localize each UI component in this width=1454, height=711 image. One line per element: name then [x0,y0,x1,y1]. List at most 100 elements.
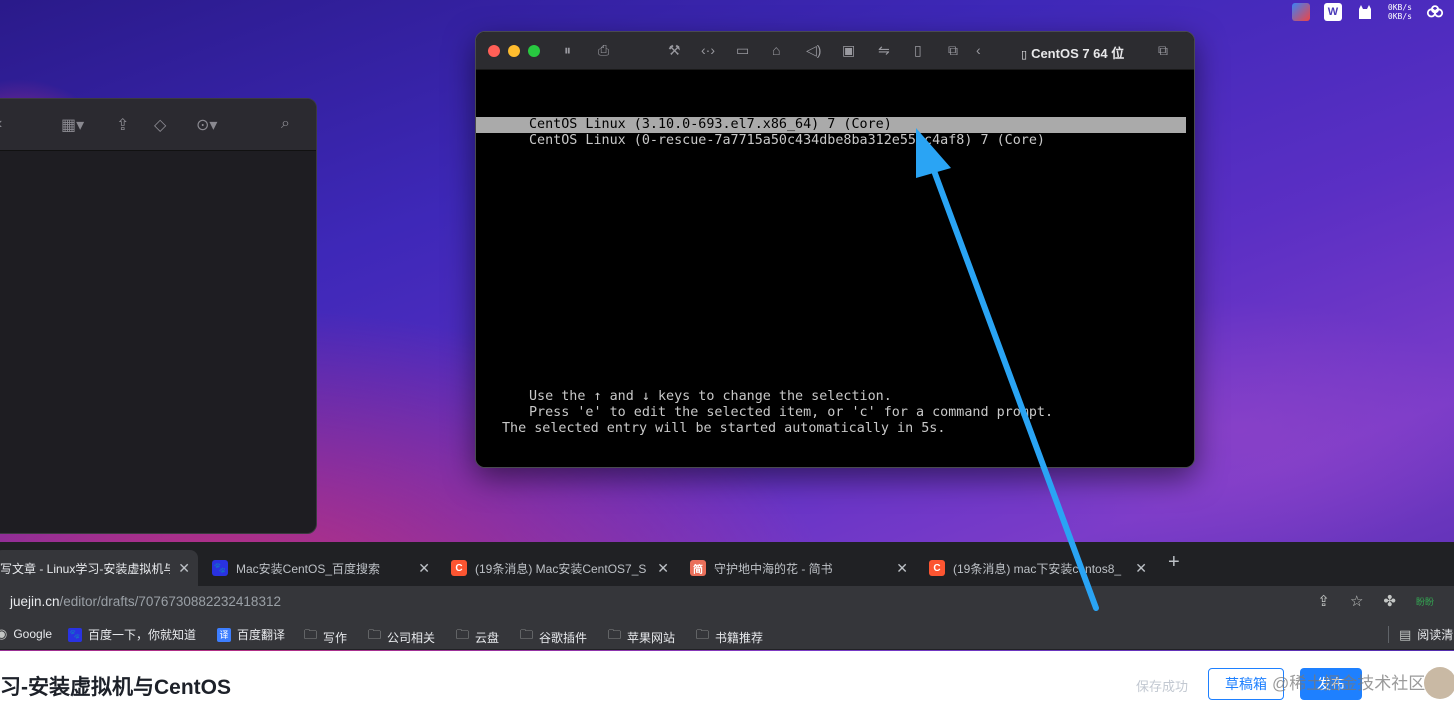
share-icon[interactable]: ⇪ [116,115,129,135]
close-window-button[interactable] [488,45,500,57]
screen-mirror-icon[interactable] [1291,3,1310,21]
extensions-icon[interactable]: ✤ [1383,592,1396,610]
tab-title: (19条消息) Mac安装CentOS7_S [475,561,647,576]
folder-icon: 🗀 [696,627,710,642]
tab-title: Mac安装CentOS_百度搜索 [236,561,381,576]
globe-icon: ◉ [0,626,8,641]
baidu-icon: 🐾 [68,627,82,642]
vm-screen[interactable]: CentOS Linux (3.10.0-693.el7.x86_64) 7 (… [476,70,1194,467]
phone-icon[interactable]: ▯ [914,42,922,59]
bookmark-folder-company[interactable]: 🗀 公司相关 [368,626,435,648]
document-icon: ▯ [1021,49,1028,61]
zoom-window-button[interactable] [528,45,540,57]
reading-list[interactable]: ▤ 阅读清 [1388,626,1453,643]
bookmark-label: 百度翻译 [237,628,286,642]
vm-titlebar: ⏸ ⎙ ⚒ ‹·› ▭ ⌂ ◁) ▣ ⇋ ▯ ⧉ ‹ ▯ CentOS 7 64 … [476,32,1194,70]
bookmark-label: 书籍推荐 [715,630,764,645]
fullscreen-icon[interactable]: ⧉ [1158,42,1168,59]
bookmark-label: 苹果网站 [627,630,676,645]
extension-badge[interactable]: 盼盼 [1416,595,1434,608]
back-chevron-icon[interactable]: ‹ [976,42,981,58]
bookmark-folder-writing[interactable]: 🗀 写作 [304,626,347,648]
close-tab-icon[interactable]: ✕ [418,560,430,577]
camera-icon[interactable]: ▣ [842,42,855,59]
grub-entry-selected[interactable]: CentOS Linux (3.10.0-693.el7.x86_64) 7 (… [476,117,1186,133]
url-field[interactable]: juejin.cn/editor/drafts/7076730882232418… [10,594,281,609]
bookmark-folder-cloud[interactable]: 🗀 云盘 [456,626,499,648]
net-up-text: 0KB/s [1387,3,1412,12]
folder-icon: 🗀 [368,627,382,642]
usb-icon[interactable]: ⇋ [878,42,890,59]
finder-window: ‹ ▦▾ ⇪ ◇ ⊙▾ ⌕ [0,98,317,534]
grub-entry[interactable]: CentOS Linux (0-rescue-7a7715a50c434dbe8… [476,133,1186,149]
grub-help-line: Press 'e' to edit the selected item, or … [529,405,1054,420]
tag-icon[interactable]: ◇ [154,115,166,135]
grid-view-icon[interactable]: ▦▾ [61,115,84,135]
network-speed-icon[interactable]: 0KB/s 0KB/s [1388,3,1412,21]
tab-title: (19条消息) mac下安装centos8_ [953,561,1122,576]
close-tab-icon[interactable]: ✕ [657,560,669,577]
pause-icon[interactable]: ⏸ [564,42,571,59]
code-icon[interactable]: ‹·› [701,42,715,58]
grub-help-line: Use the ↑ and ↓ keys to change the selec… [529,389,892,404]
translate-icon: 译 [217,627,231,642]
bookmark-label: 谷歌插件 [539,630,588,645]
cat-icon[interactable] [1356,3,1374,21]
bookmark-folder-books[interactable]: 🗀 书籍推荐 [696,626,763,648]
tab-title: 写文章 - Linux学习-安装虚拟机与 [0,561,170,576]
tab-csdn-1[interactable]: C (19条消息) Mac安装CentOS7_S ✕ [451,550,677,586]
csdn-icon: C [451,560,467,576]
sound-icon[interactable]: ◁) [806,42,821,59]
bookmark-google[interactable]: ◉ Google [0,626,52,642]
bookmark-baidu[interactable]: 🐾 百度一下，你就知道 [68,626,196,643]
minimize-window-button[interactable] [508,45,520,57]
tab-baidu-search[interactable]: 🐾 Mac安装CentOS_百度搜索 ✕ [212,550,438,586]
url-host: juejin.cn [10,594,60,609]
chevron-icon[interactable]: ‹ [0,115,2,133]
vm-title: ▯ CentOS 7 64 位 [1021,43,1124,62]
snapshot-icon[interactable]: ⎙ [598,42,609,59]
bookmark-baidu-translate[interactable]: 译百度翻译 [217,626,285,643]
save-status: 保存成功 [1136,679,1189,694]
net-down-text: 0KB/s [1387,12,1412,21]
article-title-input[interactable]: 习-安装虚拟机与CentOS [0,671,231,701]
avatar[interactable] [1424,667,1454,699]
disk-icon[interactable]: ▭ [736,42,749,59]
bookmark-label: 写作 [323,630,348,645]
menubar: W 0KB/s 0KB/s [0,0,1454,24]
close-tab-icon[interactable]: ✕ [178,560,190,577]
folder-icon: 🗀 [304,627,318,642]
close-tab-icon[interactable]: ✕ [1135,560,1147,577]
share-screen-icon[interactable]: ⧉ [948,42,958,59]
reading-list-label: 阅读清 [1417,628,1454,642]
grub-countdown-line: The selected entry will be started autom… [502,421,946,436]
folder-icon: 🗀 [520,627,534,642]
more-icon[interactable]: ⊙▾ [196,115,217,135]
close-tab-icon[interactable]: ✕ [896,560,908,577]
tab-title: 守护地中海的花 - 简书 [714,561,833,576]
baidu-icon: 🐾 [212,560,228,576]
wrench-icon[interactable]: ⚒ [668,42,681,59]
tab-jianshu[interactable]: 简 守护地中海的花 - 简书 ✕ [690,550,916,586]
bookmark-folder-extensions[interactable]: 🗀 谷歌插件 [520,626,587,648]
jianshu-icon: 简 [690,560,706,576]
finder-toolbar: ‹ ▦▾ ⇪ ◇ ⊙▾ ⌕ [0,99,316,151]
browser-tabbar: 写文章 - Linux学习-安装虚拟机与 ✕ 🐾 Mac安装CentOS_百度搜… [0,542,1454,586]
share-icon[interactable]: ⇪ [1317,592,1330,610]
watermark: @稀土掘金技术社区 [1272,674,1426,693]
tab-write-article[interactable]: 写文章 - Linux学习-安装虚拟机与 ✕ [0,550,198,586]
tab-csdn-2[interactable]: C (19条消息) mac下安装centos8_ ✕ [929,550,1155,586]
address-bar: juejin.cn/editor/drafts/7076730882232418… [0,586,1454,618]
printer-icon[interactable]: ⌂ [772,42,780,58]
bookmark-label: 云盘 [475,630,500,645]
bookmark-folder-apple[interactable]: 🗀 苹果网站 [608,626,675,648]
folder-icon: 🗀 [456,627,470,642]
bookmark-star-icon[interactable]: ☆ [1350,592,1363,610]
bookmark-label: 公司相关 [387,630,436,645]
cloud-icon[interactable] [1426,3,1444,21]
wps-icon[interactable]: W [1323,3,1342,21]
url-path: /editor/drafts/7076730882232418312 [59,594,281,609]
csdn-icon: C [929,560,945,576]
search-icon[interactable]: ⌕ [281,115,290,133]
new-tab-button[interactable]: + [1168,551,1180,574]
